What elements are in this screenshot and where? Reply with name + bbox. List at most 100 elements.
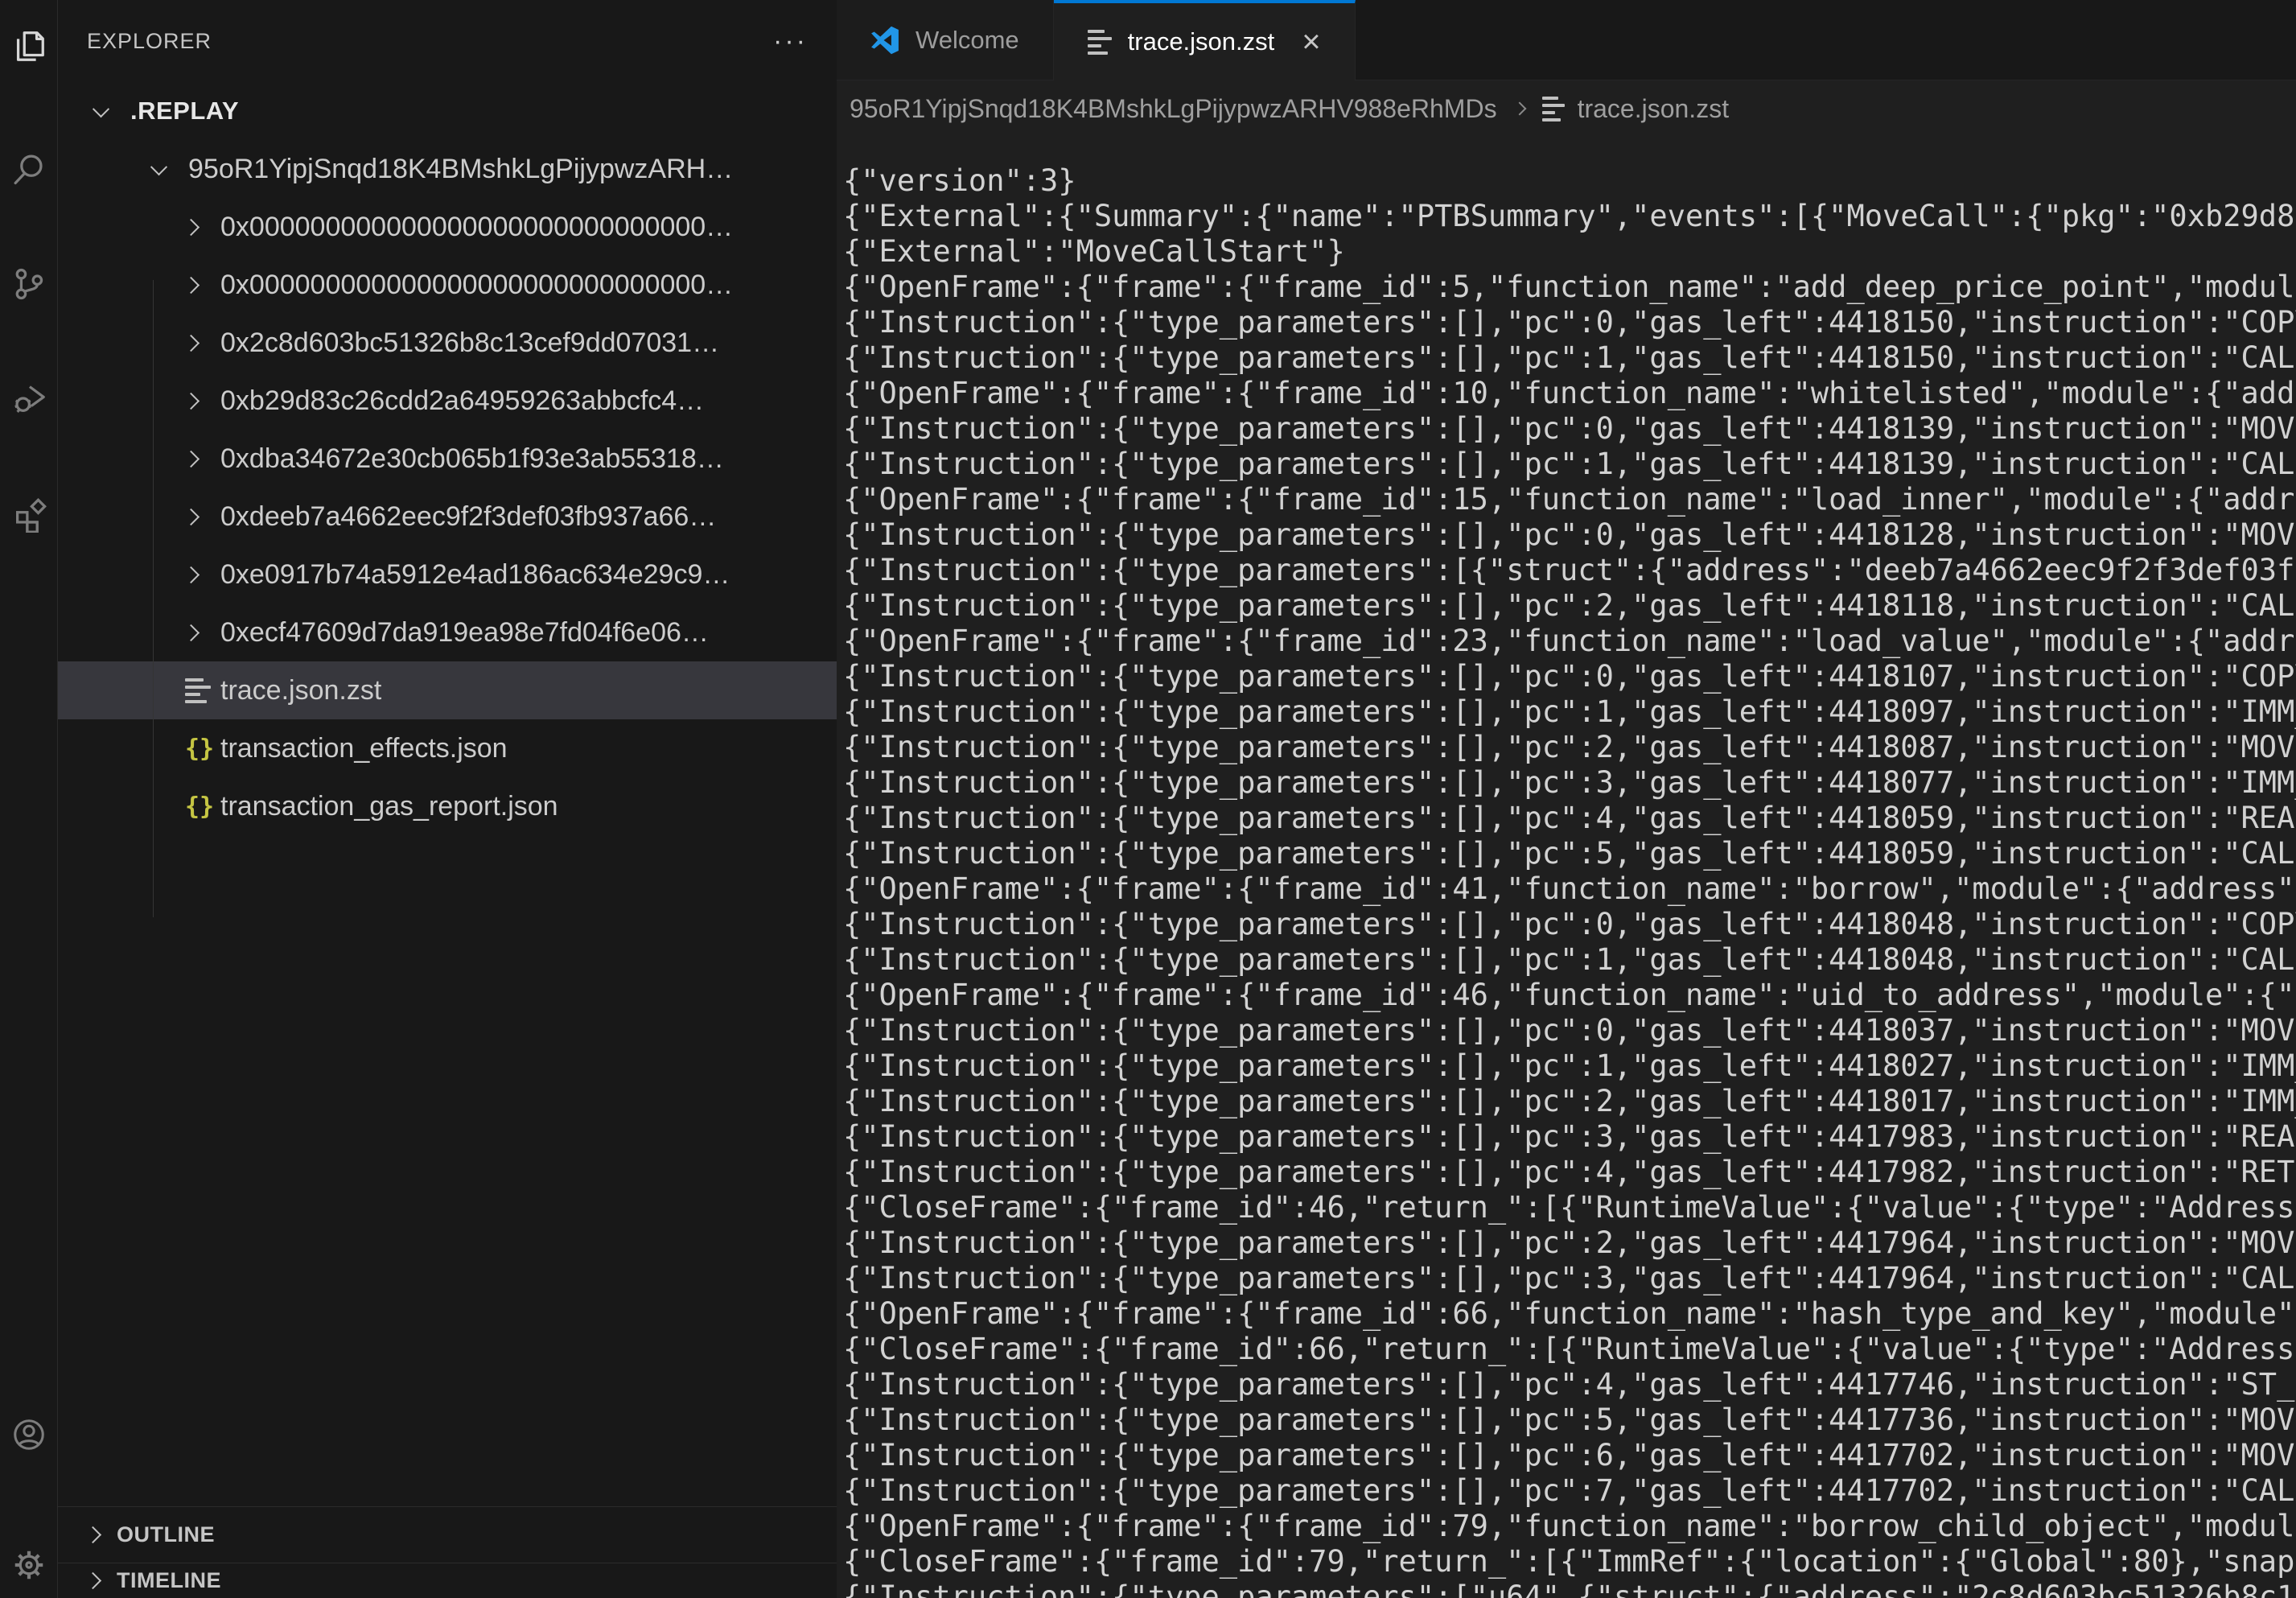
tree-row[interactable]: 0xdba34672e30cb065b1f93e3ab55318… <box>58 430 837 488</box>
file-tree: .REPLAY 95oR1YipjSnqd18K4BMshkLgPijypwzA… <box>58 82 837 835</box>
zst-file-icon <box>1542 97 1565 121</box>
code-line: {"Instruction":{"type_parameters":[],"pc… <box>843 411 2296 447</box>
code-line: {"Instruction":{"type_parameters":[],"pc… <box>843 1084 2296 1119</box>
editor-content[interactable]: {"version":3}{"External":{"Summary":{"na… <box>837 137 2296 1598</box>
sidebar-title: EXPLORER <box>87 29 212 54</box>
breadcrumb: 95oR1YipjSnqd18K4BMshkLgPijypwzARHV988eR… <box>837 80 2296 137</box>
code-line: {"version":3} <box>843 163 2296 199</box>
code-line: {"Instruction":{"type_parameters":[{"str… <box>843 553 2296 588</box>
account-icon[interactable] <box>10 1416 47 1453</box>
search-icon[interactable] <box>10 151 47 188</box>
tree-item-label: 0x000000000000000000000000000000… <box>220 212 733 243</box>
code-line: {"Instruction":{"type_parameters":[],"pc… <box>843 1048 2296 1084</box>
code-line: {"Instruction":{"type_parameters":[],"pc… <box>843 1402 2296 1438</box>
tree-item-label: 95oR1YipjSnqd18K4BMshkLgPijypwzARH… <box>188 154 733 185</box>
tab-welcome[interactable]: Welcome <box>837 0 1054 80</box>
tree-item-label: 0xdeeb7a4662eec9f2f3def03fb937a66… <box>220 501 716 533</box>
code-line: {"OpenFrame":{"frame":{"frame_id":46,"fu… <box>843 978 2296 1013</box>
code-line: {"OpenFrame":{"frame":{"frame_id":79,"fu… <box>843 1509 2296 1544</box>
zst-file-icon <box>185 678 220 703</box>
code-line: {"Instruction":{"type_parameters":[],"pc… <box>843 1119 2296 1155</box>
sidebar-bottom-panels: OUTLINE TIMELINE <box>58 1506 837 1598</box>
chevron-right-icon <box>185 279 220 291</box>
chevron-right-icon <box>185 627 220 639</box>
tree-row[interactable]: {} transaction_gas_report.json <box>58 777 837 835</box>
code-line: {"OpenFrame":{"frame":{"frame_id":23,"fu… <box>843 624 2296 659</box>
outline-label: OUTLINE <box>117 1522 215 1547</box>
chevron-down-icon <box>95 105 130 117</box>
tree-row[interactable]: trace.json.zst <box>58 661 837 719</box>
code-line: {"OpenFrame":{"frame":{"frame_id":66,"fu… <box>843 1296 2296 1332</box>
extensions-icon[interactable] <box>10 496 47 533</box>
code-line: {"OpenFrame":{"frame":{"frame_id":15,"fu… <box>843 482 2296 517</box>
close-icon[interactable]: × <box>1302 26 1320 58</box>
tree-row[interactable]: 0x000000000000000000000000000000… <box>58 198 837 256</box>
code-line: {"OpenFrame":{"frame":{"frame_id":5,"fun… <box>843 270 2296 305</box>
code-line: {"Instruction":{"type_parameters":[],"pc… <box>843 1438 2296 1473</box>
gear-icon[interactable] <box>10 1547 47 1584</box>
tab-label: Welcome <box>916 26 1019 55</box>
code-line: {"CloseFrame":{"frame_id":66,"return_":[… <box>843 1332 2296 1367</box>
explorer-icon[interactable] <box>10 27 47 64</box>
code-line: {"Instruction":{"type_parameters":[],"pc… <box>843 836 2296 871</box>
breadcrumb-file[interactable]: trace.json.zst <box>1578 94 1730 124</box>
code-line: {"Instruction":{"type_parameters":[],"pc… <box>843 765 2296 801</box>
timeline-label: TIMELINE <box>117 1568 221 1593</box>
code-line: {"CloseFrame":{"frame_id":46,"return_":[… <box>843 1190 2296 1225</box>
breadcrumb-folder[interactable]: 95oR1YipjSnqd18K4BMshkLgPijypwzARHV988eR… <box>850 94 1497 124</box>
chevron-right-icon <box>185 395 220 407</box>
chevron-right-icon <box>84 1526 101 1543</box>
tree-item-label: 0xe0917b74a5912e4ad186ac634e29c9… <box>220 559 730 591</box>
code-line: {"Instruction":{"type_parameters":[],"pc… <box>843 1367 2296 1402</box>
chevron-right-icon <box>185 337 220 349</box>
explorer-sidebar: EXPLORER ··· .REPLAY 95oR1YipjSnqd18K4BM… <box>58 0 837 1598</box>
code-line: {"External":{"Summary":{"name":"PTBSumma… <box>843 199 2296 234</box>
tree-row[interactable]: 0xe0917b74a5912e4ad186ac634e29c9… <box>58 546 837 603</box>
tree-row[interactable]: 0x2c8d603bc51326b8c13cef9dd07031… <box>58 314 837 372</box>
tab-label: trace.json.zst <box>1128 27 1275 56</box>
run-and-debug-icon[interactable] <box>10 380 47 417</box>
timeline-section-header[interactable]: TIMELINE <box>58 1563 837 1598</box>
tree-item-label: transaction_gas_report.json <box>220 791 558 822</box>
vscode-logo-icon <box>870 26 899 55</box>
code-line: {"External":"MoveCallStart"} <box>843 234 2296 270</box>
more-actions-icon[interactable]: ··· <box>773 37 808 45</box>
code-line: {"OpenFrame":{"frame":{"frame_id":41,"fu… <box>843 871 2296 907</box>
tree-row[interactable]: 95oR1YipjSnqd18K4BMshkLgPijypwzARH… <box>58 140 837 198</box>
tree-item-label: trace.json.zst <box>220 675 381 706</box>
code-line: {"Instruction":{"type_parameters":[],"pc… <box>843 447 2296 482</box>
chevron-right-icon <box>185 511 220 523</box>
sidebar-header: EXPLORER ··· <box>58 0 837 82</box>
code-line: {"Instruction":{"type_parameters":[],"pc… <box>843 694 2296 730</box>
code-line: {"Instruction":{"type_parameters":[],"pc… <box>843 1261 2296 1296</box>
code-line: {"OpenFrame":{"frame":{"frame_id":10,"fu… <box>843 376 2296 411</box>
tree-item-label: 0xdba34672e30cb065b1f93e3ab55318… <box>220 443 724 475</box>
tree-item-label: 0xecf47609d7da919ea98e7fd04f6e06… <box>220 617 709 649</box>
outline-section-header[interactable]: OUTLINE <box>58 1506 837 1563</box>
json-file-icon: {} <box>185 793 220 821</box>
chevron-right-icon <box>1512 102 1526 116</box>
code-line: {"Instruction":{"type_parameters":[],"pc… <box>843 1473 2296 1509</box>
tab-trace-json-zst[interactable]: trace.json.zst × <box>1054 0 1356 80</box>
chevron-down-icon <box>153 163 188 175</box>
tree-row[interactable]: {} transaction_effects.json <box>58 719 837 777</box>
tree-row[interactable]: 0xecf47609d7da919ea98e7fd04f6e06… <box>58 603 837 661</box>
code-line: {"Instruction":{"type_parameters":[],"pc… <box>843 801 2296 836</box>
chevron-right-icon <box>84 1572 101 1589</box>
indent-guide <box>153 280 154 917</box>
json-file-icon: {} <box>185 735 220 763</box>
tree-item-label: 0xb29d83c26cdd2a64959263abbcfc4… <box>220 385 704 417</box>
code-line: {"Instruction":{"type_parameters":["u64"… <box>843 1579 2296 1598</box>
tree-row[interactable]: 0x000000000000000000000000000000… <box>58 256 837 314</box>
zst-file-icon <box>1088 30 1112 55</box>
tree-item-label: 0x000000000000000000000000000000… <box>220 270 733 301</box>
source-control-icon[interactable] <box>10 266 47 303</box>
code-line: {"Instruction":{"type_parameters":[],"pc… <box>843 588 2296 624</box>
code-line: {"Instruction":{"type_parameters":[],"pc… <box>843 1155 2296 1190</box>
tree-item-label: .REPLAY <box>130 97 239 126</box>
tree-row[interactable]: .REPLAY <box>58 82 837 140</box>
tree-item-label: 0x2c8d603bc51326b8c13cef9dd07031… <box>220 327 719 359</box>
tree-row[interactable]: 0xb29d83c26cdd2a64959263abbcfc4… <box>58 372 837 430</box>
code-line: {"Instruction":{"type_parameters":[],"pc… <box>843 1225 2296 1261</box>
tree-row[interactable]: 0xdeeb7a4662eec9f2f3def03fb937a66… <box>58 488 837 546</box>
